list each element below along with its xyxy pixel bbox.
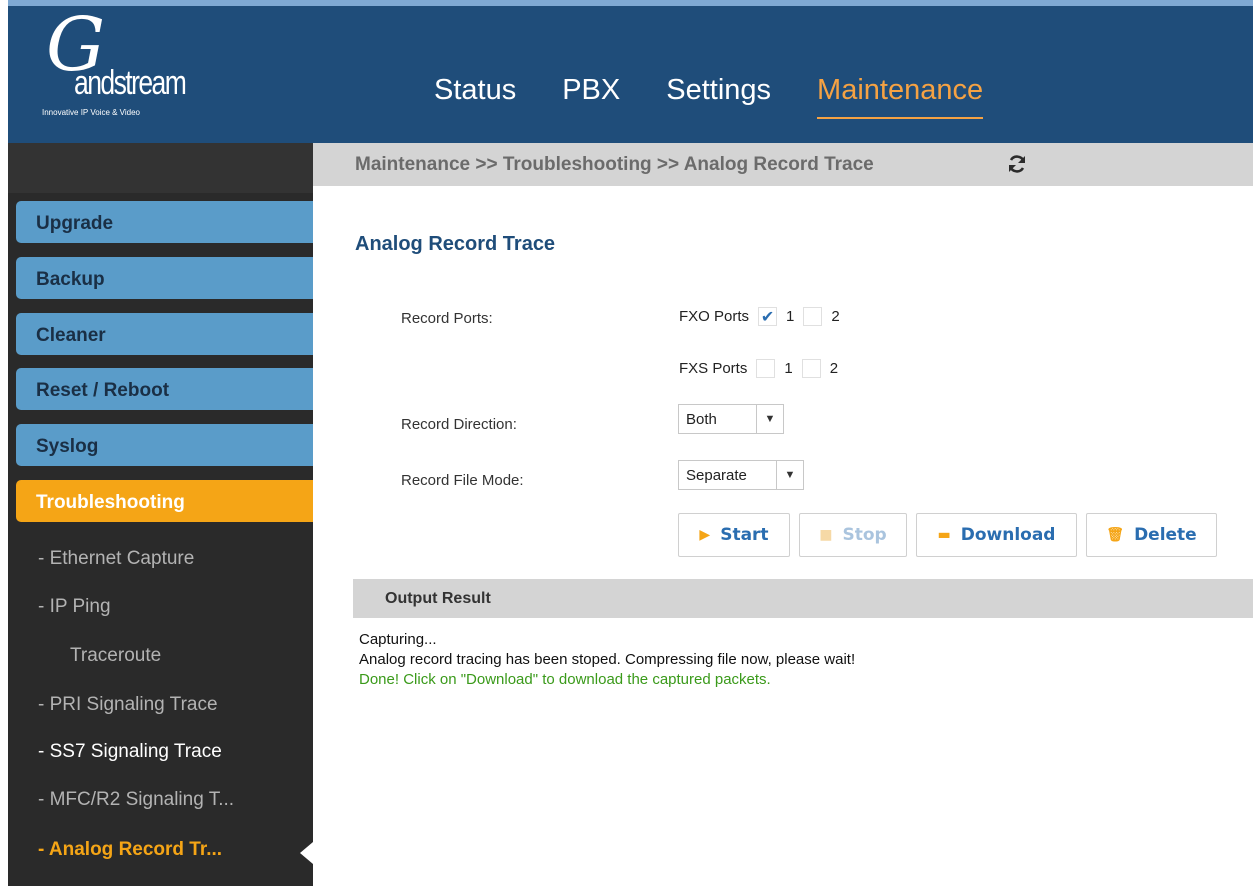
fxo-ports-row: FXO Ports ✔ 1 2 <box>679 307 840 326</box>
breadcrumb-bar: Maintenance >> Troubleshooting >> Analog… <box>313 143 1253 186</box>
fxs-port-1-label: 1 <box>784 360 793 377</box>
sidebar-sub-ethernet-capture[interactable]: - Ethernet Capture <box>38 548 194 570</box>
main-content: Maintenance >> Troubleshooting >> Analog… <box>313 143 1253 886</box>
logo-text: andstream <box>74 64 187 102</box>
delete-button-label: Delete <box>1134 525 1197 545</box>
record-direction-label: Record Direction: <box>401 416 517 433</box>
download-button[interactable]: ▬ Download <box>916 513 1077 557</box>
stop-button[interactable]: ■ Stop <box>799 513 907 557</box>
fxs-ports-row: FXS Ports 1 2 <box>679 359 838 378</box>
stop-button-label: Stop <box>842 525 887 545</box>
page-title: Analog Record Trace <box>355 233 556 255</box>
main-nav: Status PBX Settings Maintenance <box>434 74 1029 119</box>
sidebar-sub-pri-signaling-trace[interactable]: - PRI Signaling Trace <box>38 694 218 716</box>
record-ports-label: Record Ports: <box>401 310 493 327</box>
logo-tagline: Innovative IP Voice & Video <box>42 108 140 117</box>
window-edge <box>0 0 8 886</box>
output-result-header: Output Result <box>353 579 1253 618</box>
fxs-port-2-label: 2 <box>829 360 839 377</box>
sidebar-sub-traceroute[interactable]: Traceroute <box>70 645 161 667</box>
start-button[interactable]: ▶ Start <box>678 513 790 557</box>
sidebar-item-syslog[interactable]: Syslog <box>16 424 313 466</box>
fxs-ports-label: FXS Ports <box>679 360 748 377</box>
sidebar-sub-analog-record-trace[interactable]: - Analog Record Tr... <box>38 839 222 861</box>
nav-maintenance[interactable]: Maintenance <box>817 74 984 119</box>
chevron-down-icon: ▼ <box>756 405 783 433</box>
output-line: Capturing... <box>359 631 437 648</box>
record-direction-value: Both <box>686 410 717 428</box>
grandstream-logo[interactable]: G andstream Innovative IP Voice & Video <box>38 8 218 131</box>
start-button-label: Start <box>720 525 769 545</box>
download-icon: ▬ <box>937 527 951 543</box>
fxo-port-2-checkbox[interactable] <box>803 307 823 326</box>
nav-pbx[interactable]: PBX <box>562 74 620 119</box>
nav-status[interactable]: Status <box>434 74 516 119</box>
sidebar-item-cleaner[interactable]: Cleaner <box>16 313 313 355</box>
sidebar-item-reset-reboot[interactable]: Reset / Reboot <box>16 368 313 410</box>
sidebar-item-backup[interactable]: Backup <box>16 257 313 299</box>
top-header: G andstream Innovative IP Voice & Video … <box>8 0 1253 143</box>
fxs-port-2-checkbox[interactable] <box>801 359 821 378</box>
stop-icon: ■ <box>819 527 833 543</box>
record-file-mode-label: Record File Mode: <box>401 472 524 489</box>
refresh-icon[interactable] <box>1006 153 1028 175</box>
sidebar-sub-ss7-signaling-trace[interactable]: - SS7 Signaling Trace <box>38 741 222 763</box>
breadcrumb: Maintenance >> Troubleshooting >> Analog… <box>355 154 874 175</box>
fxo-port-1-checkbox[interactable]: ✔ <box>758 307 778 326</box>
output-result-title: Output Result <box>385 590 491 607</box>
sidebar-sub-mfc-r2-signaling-trace[interactable]: - MFC/R2 Signaling T... <box>38 789 234 811</box>
sidebar-top-bar <box>8 143 313 193</box>
sidebar-item-upgrade[interactable]: Upgrade <box>16 201 313 243</box>
sidebar-item-troubleshooting[interactable]: Troubleshooting <box>16 480 313 522</box>
download-button-label: Download <box>960 525 1056 545</box>
fxo-ports-label: FXO Ports <box>679 308 750 325</box>
record-file-mode-value: Separate <box>686 466 747 484</box>
output-line-success: Done! Click on "Download" to download th… <box>359 671 771 688</box>
nav-settings[interactable]: Settings <box>666 74 771 119</box>
record-file-mode-select[interactable]: Separate ▼ <box>678 460 804 490</box>
fxo-port-2-label: 2 <box>831 308 840 325</box>
trash-icon: 🗑 <box>1106 527 1125 543</box>
output-line: Analog record tracing has been stoped. C… <box>359 651 856 668</box>
sidebar: Upgrade Backup Cleaner Reset / Reboot Sy… <box>8 143 313 886</box>
record-direction-select[interactable]: Both ▼ <box>678 404 784 434</box>
sidebar-sub-ip-ping[interactable]: - IP Ping <box>38 596 111 618</box>
delete-button[interactable]: 🗑 Delete <box>1086 513 1217 557</box>
fxo-port-1-label: 1 <box>786 308 795 325</box>
chevron-down-icon: ▼ <box>776 461 803 489</box>
play-icon: ▶ <box>699 527 711 543</box>
selected-indicator <box>300 842 313 864</box>
fxs-port-1-checkbox[interactable] <box>756 359 776 378</box>
